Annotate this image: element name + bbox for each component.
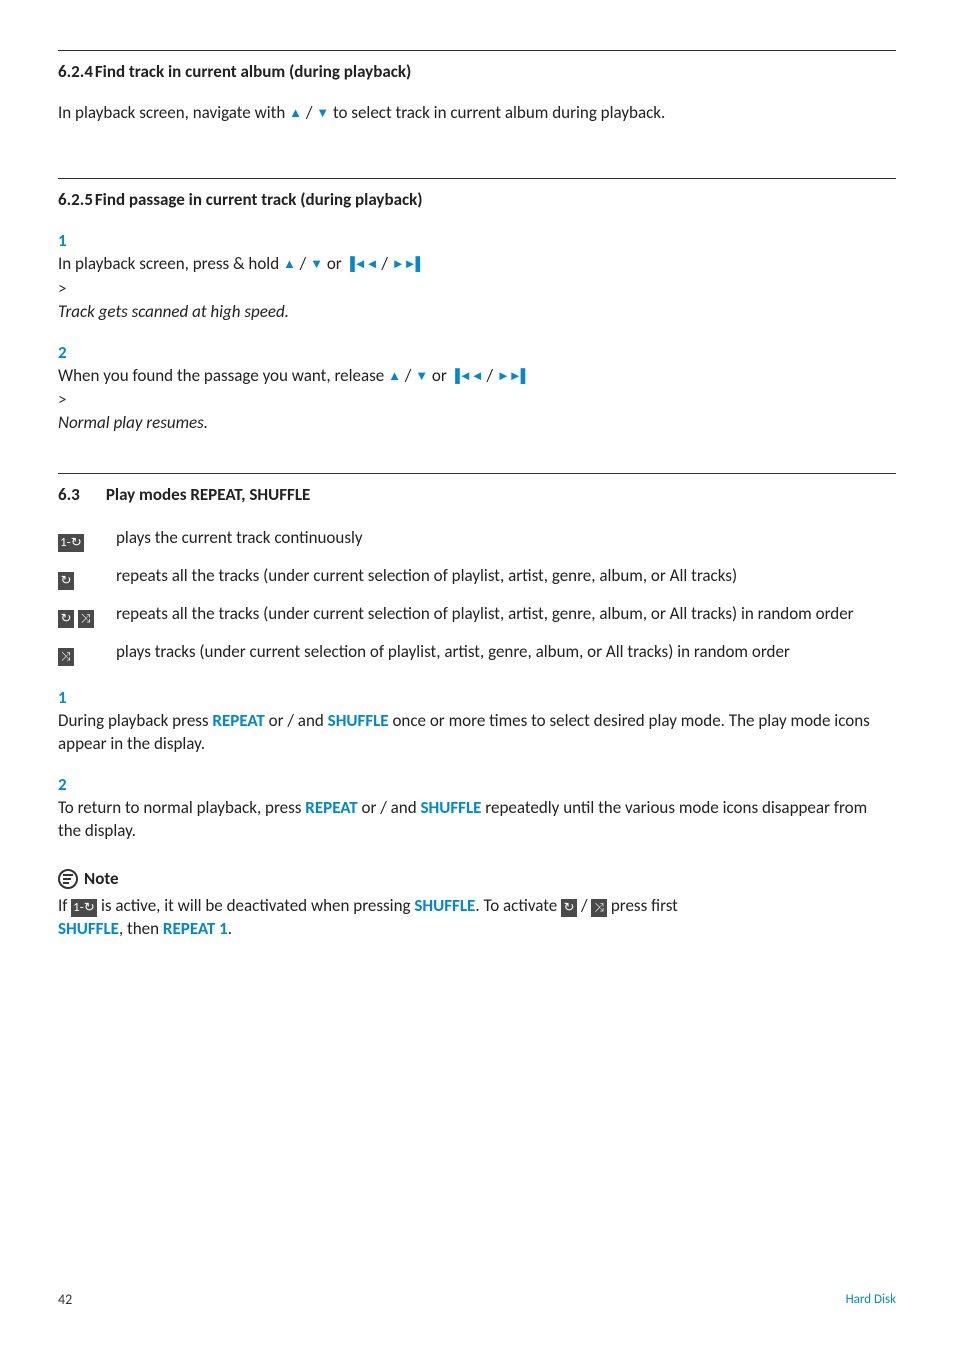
shuffle-button-label: SHUFFLE: [421, 797, 482, 818]
step-2-result: > Normal play resumes.: [58, 389, 896, 435]
shuffle-icon: ⤨: [591, 899, 607, 917]
step-2: 2 When you found the passage you want, r…: [58, 342, 896, 388]
down-icon: ▼: [310, 257, 323, 272]
text-6-2-4: In playback screen, navigate with ▲ / ▼ …: [58, 102, 896, 125]
step-1-result: > Track gets scanned at high speed.: [58, 278, 896, 324]
repeat-button-label: REPEAT: [305, 797, 357, 818]
note-header: Note: [58, 868, 896, 891]
step-1: 1 In playback screen, press & hold ▲ / ▼…: [58, 230, 896, 276]
mode-repeat-one: 1-↻ plays the current track continuously: [58, 527, 896, 553]
repeat-icon: ↻: [561, 899, 577, 917]
down-icon: ▼: [316, 106, 329, 121]
action-2: 2 To return to normal playback, press RE…: [58, 774, 896, 843]
heading-6-2-4: 6.2.4 Find track in current album (durin…: [58, 61, 896, 84]
heading-6-2-5: 6.2.5 Find passage in current track (dur…: [58, 189, 896, 212]
mode-repeat-all: ↻ repeats all the tracks (under current …: [58, 565, 896, 591]
shuffle-icon: ⤨: [58, 648, 74, 666]
heading-6-3: 6.3 Play modes REPEAT, SHUFFLE: [58, 484, 896, 507]
mode-shuffle: ⤨ plays tracks (under current selection …: [58, 641, 896, 667]
prev-icon: ▐◄◄: [451, 369, 483, 384]
repeat-icon: ↻: [58, 610, 74, 628]
prev-icon: ▐◄◄: [346, 257, 378, 272]
up-icon: ▲: [388, 369, 401, 384]
note-body: If 1-↻ is active, it will be deactivated…: [58, 895, 896, 941]
page-number: 42: [58, 1291, 72, 1310]
repeat-icon: ↻: [58, 572, 74, 590]
footer-label: Hard Disk: [846, 1291, 896, 1310]
repeat-button-label: REPEAT: [212, 710, 264, 731]
repeat-one-icon: 1-↻: [58, 534, 84, 552]
mode-repeat-shuffle: ↻ ⤨ repeats all the tracks (under curren…: [58, 603, 896, 629]
up-icon: ▲: [289, 106, 302, 121]
shuffle-button-label: SHUFFLE: [328, 710, 389, 731]
next-icon: ►►▌: [392, 257, 424, 272]
down-icon: ▼: [415, 369, 428, 384]
up-icon: ▲: [283, 257, 296, 272]
repeat-one-icon: 1-↻: [71, 899, 97, 917]
next-icon: ►►▌: [497, 369, 529, 384]
action-1: 1 During playback press REPEAT or / and …: [58, 687, 896, 756]
shuffle-icon: ⤨: [78, 610, 94, 628]
note-icon: [58, 869, 78, 889]
